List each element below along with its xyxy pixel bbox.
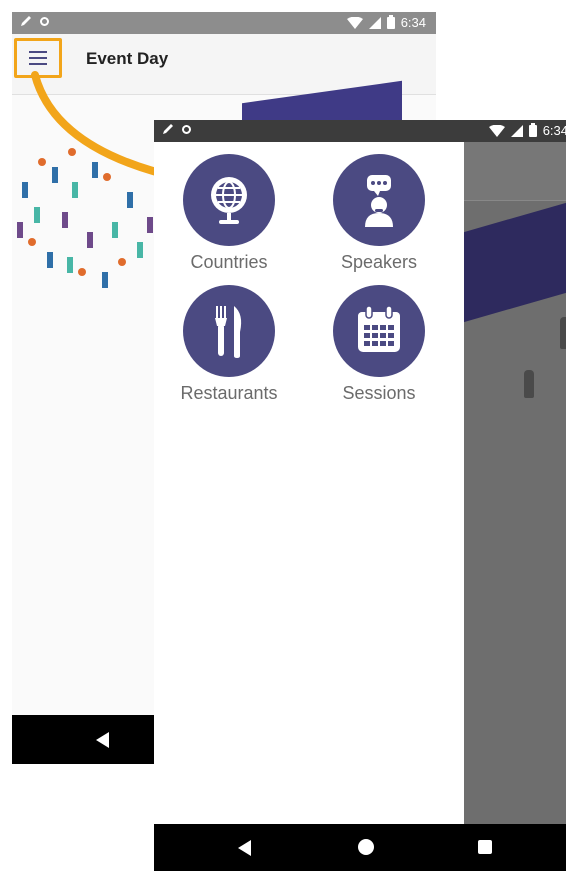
app-title: Event Day	[86, 49, 169, 68]
menu-item-sessions[interactable]: Sessions	[304, 285, 454, 404]
circle-icon	[40, 16, 49, 26]
wifi-icon	[346, 16, 363, 29]
status-bar: 6:34	[12, 12, 436, 34]
status-bar: 6:34	[154, 120, 566, 142]
menu-label: Countries	[190, 252, 268, 272]
pencil-icon	[163, 124, 173, 134]
navigation-drawer: Countries Speakers Restaurants Sessions	[154, 142, 464, 824]
navigation-bar	[154, 824, 566, 871]
home-icon[interactable]	[358, 839, 374, 855]
dimmed-banner	[454, 189, 566, 325]
circle-icon	[182, 124, 191, 134]
menu-item-speakers[interactable]: Speakers	[304, 154, 454, 273]
battery-icon	[386, 14, 395, 29]
foreground-screen: 6:34 Countries Speakers Restaurants Sess…	[154, 120, 566, 871]
signal-icon	[510, 124, 523, 137]
menu-label: Speakers	[340, 252, 418, 272]
person-figure	[524, 370, 534, 398]
back-icon[interactable]	[96, 732, 109, 748]
menu-grid: Countries Speakers Restaurants Sessions	[154, 154, 454, 404]
calendar-icon	[333, 285, 425, 377]
status-time: 6:34	[542, 123, 566, 138]
signal-icon	[368, 16, 381, 29]
dimmed-content[interactable]	[454, 142, 566, 824]
menu-item-countries[interactable]: Countries	[154, 154, 304, 273]
speaker-icon	[333, 154, 425, 246]
dimmed-app-bar	[464, 142, 566, 201]
globe-icon	[183, 154, 275, 246]
pencil-icon	[21, 16, 31, 26]
wifi-icon	[488, 124, 505, 137]
battery-icon	[528, 122, 537, 137]
recents-icon[interactable]	[478, 840, 492, 854]
back-icon[interactable]	[238, 840, 251, 856]
person-figure	[560, 317, 566, 349]
status-time: 6:34	[400, 15, 426, 30]
cutlery-icon	[183, 285, 275, 377]
menu-item-restaurants[interactable]: Restaurants	[154, 285, 304, 404]
hamburger-icon	[29, 51, 47, 65]
menu-label: Restaurants	[180, 383, 278, 403]
menu-label: Sessions	[342, 383, 416, 403]
